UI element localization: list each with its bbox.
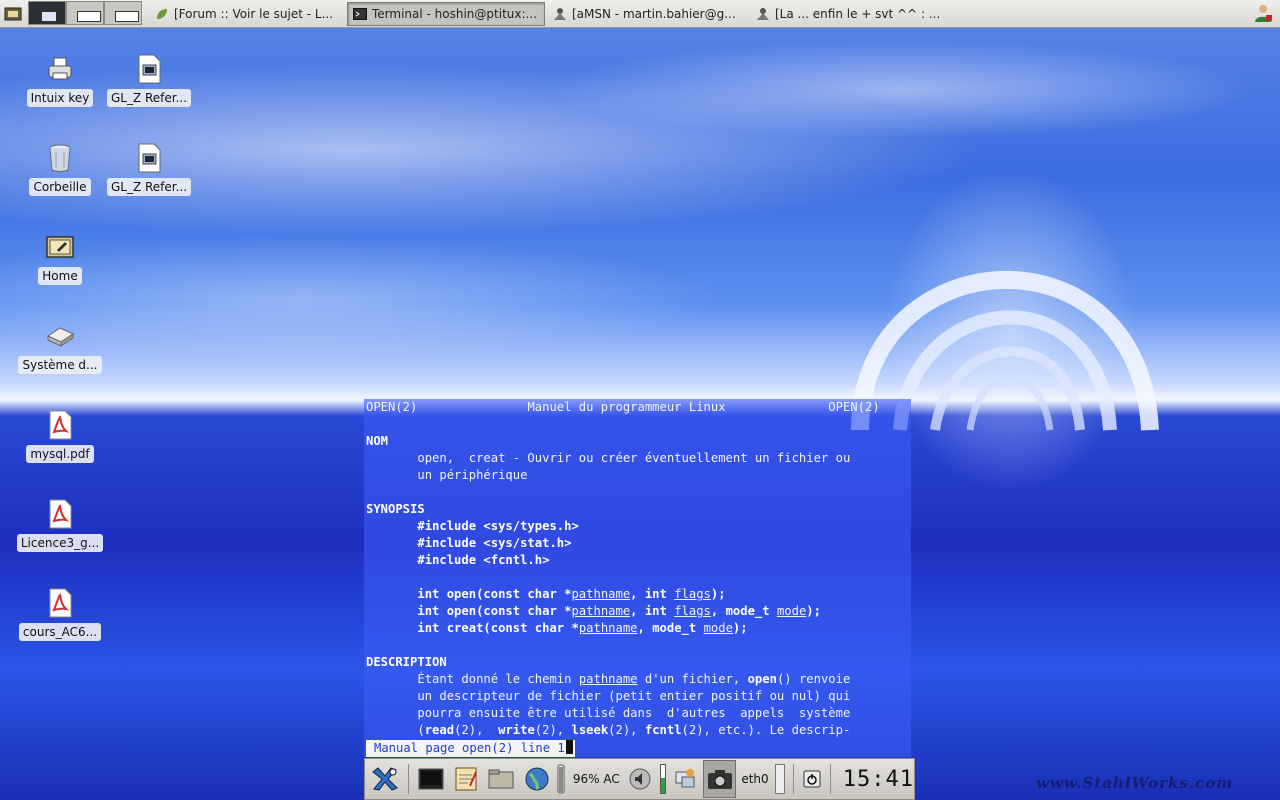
power-icon[interactable]: [800, 760, 823, 798]
pdf-icon: [43, 497, 77, 531]
task-label: [Forum :: Voir le sujet - L...: [174, 6, 334, 21]
battery-label: 96% AC: [572, 772, 620, 786]
top-taskbar: [Forum :: Voir le sujet - L... Terminal …: [0, 0, 1280, 28]
description-line: (read(2), write(2), lseek(2), fcntl(2), …: [417, 723, 851, 737]
prototype-line: int creat(const char *pathname, mode_t m…: [417, 621, 748, 635]
amsn-icon: [755, 6, 771, 22]
desktop-icon-label: Licence3_g...: [16, 534, 104, 552]
section-description: DESCRIPTION: [366, 655, 447, 669]
document-icon: [132, 141, 166, 175]
workspace-pager: [28, 1, 142, 26]
text-editor-icon[interactable]: [450, 760, 481, 798]
volume-icon[interactable]: [627, 760, 654, 798]
man-header-center: Manuel du programmeur Linux: [527, 400, 726, 414]
trash-icon: [43, 141, 77, 175]
desktop-icon-label: mysql.pdf: [26, 445, 94, 463]
task-terminal[interactable]: Terminal - hoshin@ptitux:...: [347, 1, 545, 26]
desktop-icon-label: Corbeille: [29, 178, 91, 196]
description-line: Étant donné le chemin pathname d'un fich…: [417, 672, 851, 686]
man-header-left: OPEN(2): [366, 400, 418, 414]
file-manager-icon[interactable]: [486, 760, 517, 798]
man-header-right: OPEN(2): [828, 400, 880, 414]
man-header: OPEN(2) Manuel du programmeur Linux OPEN…: [364, 399, 911, 416]
battery-gauge: [556, 760, 566, 798]
task-forum[interactable]: [Forum :: Voir le sujet - L...: [150, 2, 344, 26]
separator: [829, 764, 831, 794]
include-line: #include <fcntl.h>: [417, 553, 550, 567]
task-label: Terminal - hoshin@ptitux:...: [372, 6, 537, 21]
desktop-icon-glz-ref-1[interactable]: GL_Z Refer...: [104, 52, 194, 107]
terminal-launcher-icon[interactable]: [415, 760, 446, 798]
document-icon: [132, 52, 166, 86]
nom-line: un périphérique: [417, 468, 528, 482]
section-synopsis: SYNOPSIS: [366, 502, 425, 516]
pdf-icon: [43, 408, 77, 442]
section-nom: NOM: [366, 434, 389, 448]
pager-status-line: Manual page open(2) line 1: [366, 740, 575, 757]
desktop-icon-systeme[interactable]: Système d...: [15, 319, 105, 374]
wallpaper-watermark: www.StahlWorks.com: [1036, 774, 1234, 792]
home-folder-icon: [43, 230, 77, 264]
web-browser-icon[interactable]: [521, 760, 552, 798]
terminal-icon: [352, 6, 368, 22]
desktop-icon-label: GL_Z Refer...: [106, 89, 192, 107]
desktop-icon-cours-ac6[interactable]: cours_AC6...: [15, 586, 105, 641]
terminal-window[interactable]: OPEN(2) Manuel du programmeur Linux OPEN…: [364, 399, 911, 757]
desktop-icon-home[interactable]: Home: [15, 230, 105, 285]
workspace-3[interactable]: [104, 1, 142, 25]
network-interface-label: eth0: [741, 772, 769, 786]
desktop-icon-label: Intuix key: [26, 89, 94, 107]
nom-line: open, creat - Ouvrir ou créer éventuelle…: [417, 451, 851, 465]
include-line: #include <sys/stat.h>: [417, 536, 572, 550]
text-cursor: [565, 740, 573, 754]
desktop-icon-mysql-pdf[interactable]: mysql.pdf: [15, 408, 105, 463]
description-line: un descripteur de fichier (petit entier …: [417, 689, 851, 703]
task-amsn-2[interactable]: [La ... enfin le + svt ^^ : ...: [751, 2, 951, 26]
include-line: #include <sys/types.h>: [417, 519, 579, 533]
desktop-icon-glz-ref-2[interactable]: GL_Z Refer...: [104, 141, 194, 196]
description-line: pourra ensuite être utilisé dans d'autre…: [417, 706, 851, 720]
desktop-icon-intuix-key[interactable]: Intuix key: [15, 52, 105, 107]
leaf-icon: [154, 6, 170, 22]
network-load-bar: [774, 760, 788, 798]
desktop-icon-label: Home: [38, 267, 82, 285]
separator: [793, 764, 795, 794]
desktop-icon-label: GL_Z Refer...: [106, 178, 192, 196]
task-label: [La ... enfin le + svt ^^ : ...: [775, 6, 941, 21]
prototype-line: int open(const char *pathname, int flags…: [417, 604, 821, 618]
user-switch-icon[interactable]: [1252, 2, 1274, 24]
amsn-icon: [552, 6, 568, 22]
workspace-2[interactable]: [66, 1, 104, 25]
task-amsn-1[interactable]: [aMSN - martin.bahier@g...: [548, 2, 748, 26]
separator: [408, 764, 410, 794]
desktop-icon-label: Système d...: [18, 356, 102, 374]
screenshot-camera-icon[interactable]: [703, 760, 737, 798]
menu-icon[interactable]: [3, 4, 23, 24]
desktop-icon-corbeille[interactable]: Corbeille: [15, 141, 105, 196]
clock[interactable]: 15:41: [843, 767, 914, 792]
volume-level-bar[interactable]: [658, 760, 668, 798]
network-manager-icon[interactable]: [672, 760, 699, 798]
desktop-icon-label: cours_AC6...: [18, 623, 102, 641]
printer-icon: [43, 52, 77, 86]
workspace-1[interactable]: [28, 1, 66, 25]
xfce-menu-icon[interactable]: [367, 760, 402, 798]
prototype-line: int open(const char *pathname, int flags…: [417, 587, 726, 601]
bottom-panel: 96% AC eth0 15:41: [364, 758, 915, 800]
drive-icon: [43, 319, 77, 353]
task-label: [aMSN - martin.bahier@g...: [572, 6, 736, 21]
pdf-icon: [43, 586, 77, 620]
desktop-icon-licence3[interactable]: Licence3_g...: [15, 497, 105, 552]
